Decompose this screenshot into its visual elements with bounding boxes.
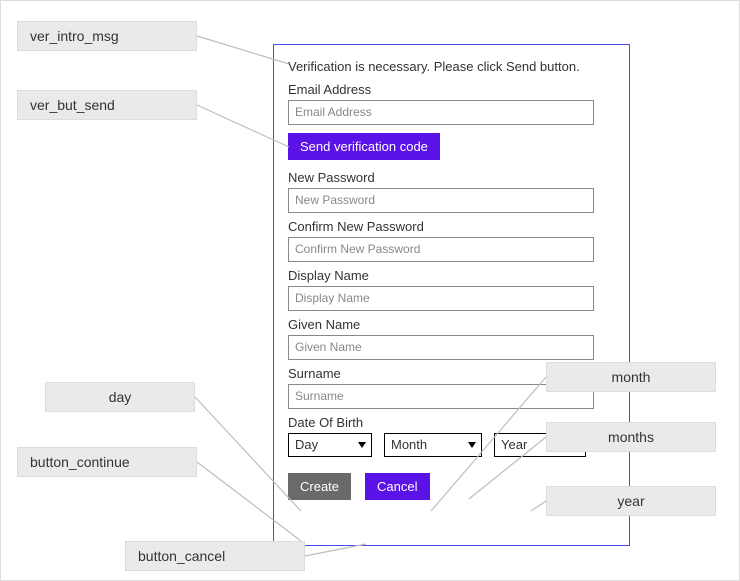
diagram-canvas: Verification is necessary. Please click … [0,0,740,581]
callout-year: year [546,486,716,516]
given-name-field-group: Given Name [288,317,615,360]
given-name-input[interactable] [288,335,594,360]
callout-ver-but-send: ver_but_send [17,90,197,120]
confirm-password-label: Confirm New Password [288,219,615,234]
cancel-button[interactable]: Cancel [365,473,429,500]
month-select-wrap: Month [384,433,482,457]
email-input[interactable] [288,100,594,125]
send-verification-button[interactable]: Send verification code [288,133,440,160]
create-button[interactable]: Create [288,473,351,500]
callout-month: month [546,362,716,392]
day-select[interactable]: Day [288,433,372,457]
display-name-input[interactable] [288,286,594,311]
email-label: Email Address [288,82,615,97]
new-password-label: New Password [288,170,615,185]
confirm-password-input[interactable] [288,237,594,262]
display-name-label: Display Name [288,268,615,283]
display-name-field-group: Display Name [288,268,615,311]
callout-button-cancel: button_cancel [125,541,305,571]
new-password-input[interactable] [288,188,594,213]
month-select[interactable]: Month [384,433,482,457]
callout-button-continue: button_continue [17,447,197,477]
confirm-password-field-group: Confirm New Password [288,219,615,262]
signup-form-panel: Verification is necessary. Please click … [273,44,630,546]
verification-intro-msg: Verification is necessary. Please click … [288,59,615,76]
callout-day: day [45,382,195,412]
callout-ver-intro-msg: ver_intro_msg [17,21,197,51]
given-name-label: Given Name [288,317,615,332]
callout-months: months [546,422,716,452]
email-field-group: Email Address [288,82,615,125]
day-select-wrap: Day [288,433,372,457]
new-password-field-group: New Password [288,170,615,213]
